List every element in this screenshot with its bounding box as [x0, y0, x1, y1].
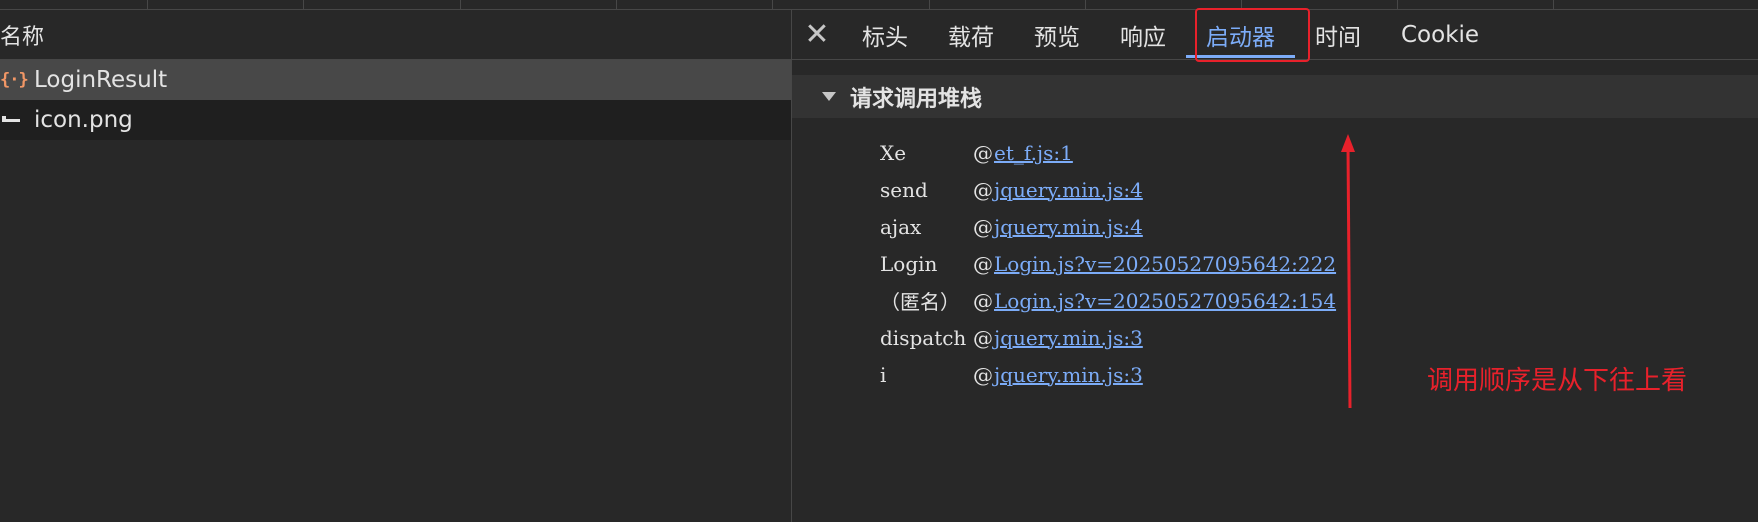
frame-function: send	[880, 177, 928, 202]
frame-at: @	[973, 140, 993, 165]
tab-response[interactable]: 响应	[1100, 10, 1186, 60]
expand-triangle-icon[interactable]	[822, 92, 836, 101]
request-list-pane: 名称 {·} LoginResult icon.png	[0, 10, 792, 522]
frame-at: @	[973, 251, 993, 276]
request-call-stack-header[interactable]: 请求调用堆栈	[792, 75, 1758, 118]
annotation-text: 调用顺序是从下往上看	[1427, 366, 1688, 396]
json-braces-icon: {·}	[0, 70, 29, 90]
stack-frame: （匿名） @ Login.js?v=20250527095642:154	[880, 282, 1336, 319]
frame-function: Login	[880, 251, 938, 276]
stack-frame: send @ jquery.min.js:4	[880, 171, 1336, 208]
frame-at: @	[973, 362, 993, 387]
annotation-up-arrow-icon	[1341, 134, 1355, 409]
frame-function: （匿名）	[880, 290, 960, 314]
request-name: LoginResult	[34, 67, 168, 93]
frame-at: @	[973, 325, 993, 350]
frame-at: @	[973, 177, 993, 202]
name-column-header[interactable]: 名称	[0, 10, 791, 60]
stack-frame: Login @ Login.js?v=20250527095642:222	[880, 245, 1336, 282]
frame-function: i	[880, 362, 887, 387]
tab-initiator[interactable]: 启动器	[1186, 10, 1295, 60]
frame-function: ajax	[880, 214, 922, 239]
close-icon[interactable]: ✕	[792, 10, 842, 60]
frame-source-link[interactable]: Login.js?v=20250527095642:222	[994, 252, 1336, 276]
frame-at: @	[973, 214, 993, 239]
frame-source-link[interactable]: jquery.min.js:3	[994, 326, 1143, 350]
tab-payload[interactable]: 载荷	[928, 10, 1014, 60]
call-stack-list: Xe @ et_f.js:1 send @ jquery.min.js:4 ajax @ j…	[880, 134, 1336, 393]
detail-tab-bar: ✕ 标头 载荷 预览 响应 启动器 时间 Cookie	[792, 8, 1758, 62]
frame-source-link[interactable]: jquery.min.js:3	[994, 363, 1143, 387]
frame-source-link[interactable]: jquery.min.js:4	[994, 215, 1143, 239]
timeline-overview	[0, 0, 1758, 10]
frame-source-link[interactable]: et_f.js:1	[994, 141, 1073, 165]
frame-function: dispatch	[880, 325, 967, 350]
request-row-icon-png[interactable]: icon.png	[0, 100, 791, 140]
name-column-label: 名称	[0, 24, 45, 50]
stack-frame: Xe @ et_f.js:1	[880, 134, 1336, 171]
request-detail-pane: ✕ 标头 载荷 预览 响应 启动器 时间 Cookie 请求调用堆栈 Xe @ et…	[792, 8, 1758, 522]
frame-function: Xe	[880, 140, 907, 165]
image-line-icon	[0, 115, 34, 122]
request-name: icon.png	[34, 107, 133, 133]
stack-frame: ajax @ jquery.min.js:4	[880, 208, 1336, 245]
tab-cookies[interactable]: Cookie	[1381, 10, 1499, 60]
section-title: 请求调用堆栈	[850, 86, 983, 112]
request-row-loginresult[interactable]: {·} LoginResult	[0, 60, 791, 100]
stack-frame: dispatch @ jquery.min.js:3	[880, 319, 1336, 356]
frame-at: @	[973, 288, 993, 313]
tab-headers[interactable]: 标头	[842, 10, 928, 60]
stack-frame: i @ jquery.min.js:3	[880, 356, 1336, 393]
tab-preview[interactable]: 预览	[1014, 10, 1100, 60]
frame-source-link[interactable]: jquery.min.js:4	[994, 178, 1143, 202]
frame-source-link[interactable]: Login.js?v=20250527095642:154	[994, 289, 1336, 313]
tab-timing[interactable]: 时间	[1295, 10, 1381, 60]
